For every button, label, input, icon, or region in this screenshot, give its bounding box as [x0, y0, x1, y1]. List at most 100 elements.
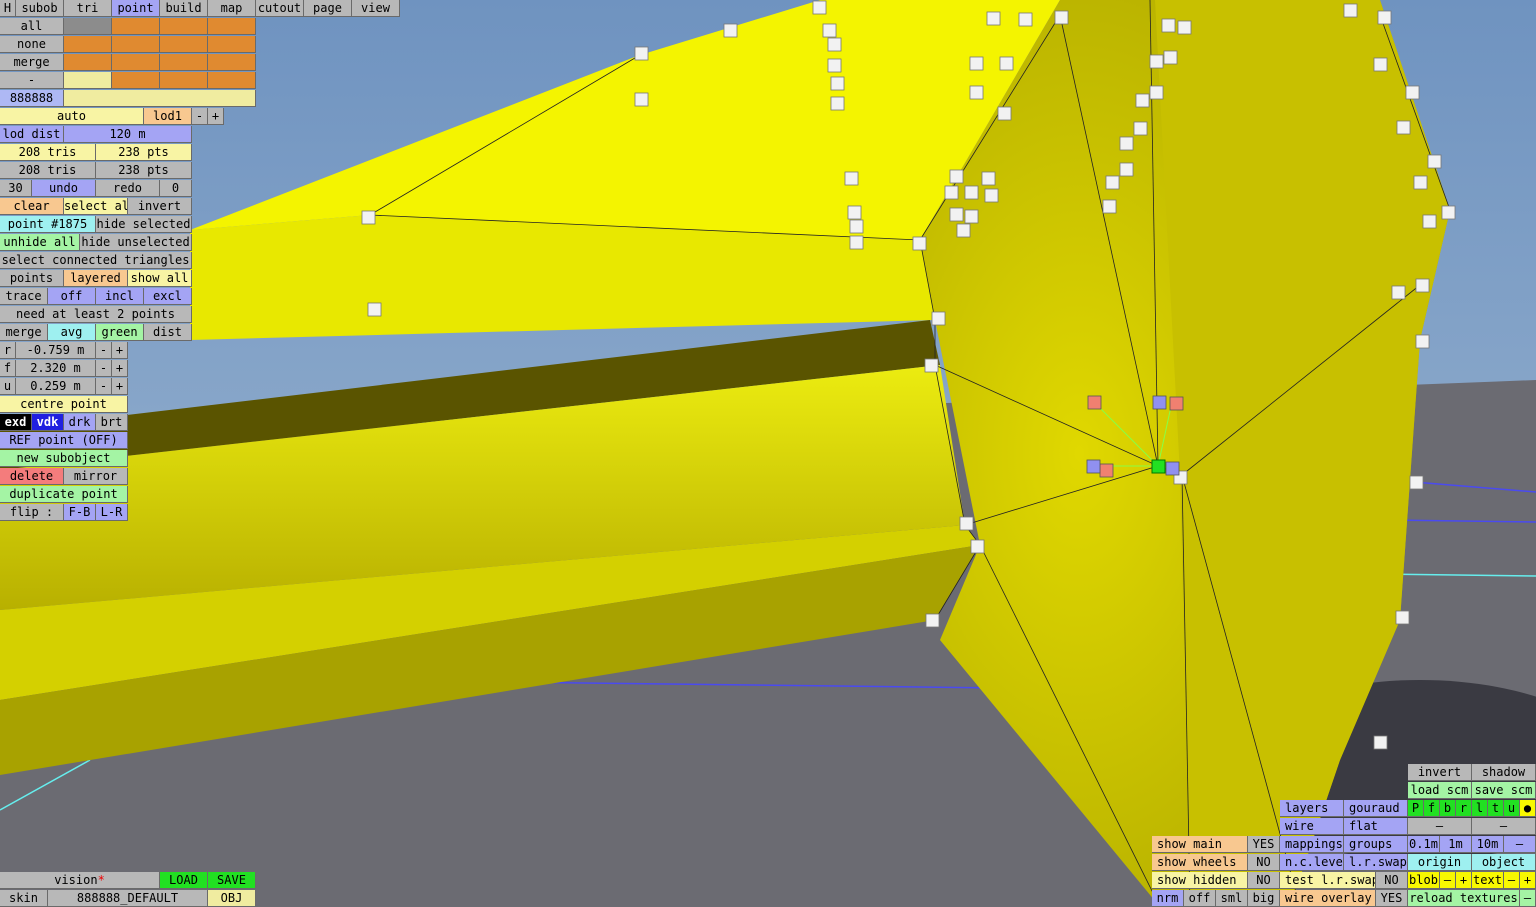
coord-f-plus[interactable]: + — [112, 360, 128, 377]
show-hidden-toggle[interactable]: show hidden — [1152, 872, 1248, 889]
exd-button[interactable]: exd — [0, 414, 32, 431]
step-minus[interactable]: – — [1504, 836, 1536, 853]
reload-minus[interactable]: – — [1520, 890, 1536, 907]
undo-button[interactable]: undo — [32, 180, 96, 197]
redo-button[interactable]: redo — [96, 180, 160, 197]
gouraud-button[interactable]: gouraud — [1344, 800, 1408, 817]
wire-button[interactable]: wire — [1280, 818, 1344, 835]
tab-cutout[interactable]: cutout — [256, 0, 304, 17]
show-wheels-value[interactable]: NO — [1248, 854, 1280, 871]
flip-lr-button[interactable]: L-R — [96, 504, 128, 521]
tab-point[interactable]: point — [112, 0, 160, 17]
flag-dot[interactable]: ● — [1520, 800, 1536, 817]
selected-vertex[interactable] — [1151, 459, 1166, 474]
wire-overlay-value[interactable]: YES — [1376, 890, 1408, 907]
select-dash-button[interactable]: - — [0, 72, 64, 89]
color-swatch[interactable] — [112, 36, 160, 53]
clear-button[interactable]: clear — [0, 198, 64, 215]
blob-minus[interactable]: – — [1440, 872, 1456, 889]
color-swatch[interactable] — [64, 36, 112, 53]
color-code[interactable]: 888888 — [0, 90, 64, 107]
points-view-button[interactable]: points — [0, 270, 64, 287]
brt-button[interactable]: brt — [96, 414, 128, 431]
lod-minus-button[interactable]: - — [192, 108, 208, 125]
tab-subob[interactable]: subob — [16, 0, 64, 17]
big-button[interactable]: big — [1248, 890, 1280, 907]
color-swatch[interactable] — [208, 72, 256, 89]
flat-button[interactable]: flat — [1344, 818, 1408, 835]
flip-fb-button[interactable]: F-B — [64, 504, 96, 521]
color-swatch[interactable] — [160, 18, 208, 35]
load-button[interactable]: LOAD — [160, 872, 208, 889]
obj-button[interactable]: OBJ — [208, 890, 256, 907]
tab-view[interactable]: view — [352, 0, 400, 17]
dash-button-2[interactable]: – — [1472, 818, 1536, 835]
save-scm-button[interactable]: save scm — [1472, 782, 1536, 799]
shadow-button[interactable]: shadow — [1472, 764, 1536, 781]
coord-r-value[interactable]: -0.759 m — [16, 342, 96, 359]
flag-p[interactable]: P — [1408, 800, 1424, 817]
tab-build[interactable]: build — [160, 0, 208, 17]
tab-tri[interactable]: tri — [64, 0, 112, 17]
show-wheels-toggle[interactable]: show wheels — [1152, 854, 1248, 871]
new-subobject-button[interactable]: new subobject — [0, 450, 128, 467]
off-button[interactable]: off — [1184, 890, 1216, 907]
invert-selection-button[interactable]: invert — [128, 198, 192, 215]
step-10m[interactable]: 10m — [1472, 836, 1504, 853]
flag-l[interactable]: l — [1472, 800, 1488, 817]
layers-button[interactable]: layers — [1280, 800, 1344, 817]
color-swatch[interactable] — [160, 72, 208, 89]
color-swatch[interactable] — [208, 36, 256, 53]
tab-map[interactable]: map — [208, 0, 256, 17]
coord-u-minus[interactable]: - — [96, 378, 112, 395]
select-connected-button[interactable]: select connected triangles — [0, 252, 192, 269]
color-bar[interactable] — [64, 90, 256, 107]
step-01m[interactable]: 0.1m — [1408, 836, 1440, 853]
coord-r-minus[interactable]: - — [96, 342, 112, 359]
color-swatch[interactable] — [64, 18, 112, 35]
color-swatch[interactable] — [112, 18, 160, 35]
test-lr-swap-value[interactable]: NO — [1376, 872, 1408, 889]
select-all-button[interactable]: all — [0, 18, 64, 35]
sml-button[interactable]: sml — [1216, 890, 1248, 907]
mirror-button[interactable]: mirror — [64, 468, 128, 485]
hide-selected-button[interactable]: hide selected — [96, 216, 192, 233]
blob-plus[interactable]: + — [1456, 872, 1472, 889]
color-swatch[interactable] — [112, 54, 160, 71]
color-swatch[interactable] — [160, 36, 208, 53]
coord-f-value[interactable]: 2.320 m — [16, 360, 96, 377]
drk-button[interactable]: drk — [64, 414, 96, 431]
dash-button[interactable]: – — [1408, 818, 1472, 835]
trace-excl-button[interactable]: excl — [144, 288, 192, 305]
mappings-button[interactable]: mappings — [1280, 836, 1344, 853]
color-swatch[interactable] — [208, 18, 256, 35]
lod-auto-button[interactable]: auto — [0, 108, 144, 125]
show-main-toggle[interactable]: show main — [1152, 836, 1248, 853]
coord-u-value[interactable]: 0.259 m — [16, 378, 96, 395]
color-swatch[interactable] — [112, 72, 160, 89]
lod-dist-value[interactable]: 120 m — [64, 126, 192, 143]
coord-u-plus[interactable]: + — [112, 378, 128, 395]
flag-r[interactable]: r — [1456, 800, 1472, 817]
duplicate-point-button[interactable]: duplicate point — [0, 486, 128, 503]
h-button[interactable]: H — [0, 0, 16, 17]
merge-avg-button[interactable]: avg — [48, 324, 96, 341]
lr-swap-button[interactable]: l.r.swap — [1344, 854, 1408, 871]
delete-button[interactable]: delete — [0, 468, 64, 485]
object-button[interactable]: object — [1472, 854, 1536, 871]
vision-button[interactable]: vision* — [0, 872, 160, 889]
color-swatch[interactable] — [160, 54, 208, 71]
test-lr-swap-button[interactable]: test l.r.swap — [1280, 872, 1376, 889]
reload-textures-button[interactable]: reload textures — [1408, 890, 1520, 907]
lod-plus-button[interactable]: + — [208, 108, 224, 125]
flag-f[interactable]: f — [1424, 800, 1440, 817]
coord-f-minus[interactable]: - — [96, 360, 112, 377]
layered-button[interactable]: layered — [64, 270, 128, 287]
coord-r-plus[interactable]: + — [112, 342, 128, 359]
trace-off-button[interactable]: off — [48, 288, 96, 305]
point-id[interactable]: point #1875 — [0, 216, 96, 233]
groups-button[interactable]: groups — [1344, 836, 1408, 853]
ref-point-button[interactable]: REF point (OFF) — [0, 432, 128, 449]
merge-green-button[interactable]: green — [96, 324, 144, 341]
nc-level-button[interactable]: n.c.level — [1280, 854, 1344, 871]
